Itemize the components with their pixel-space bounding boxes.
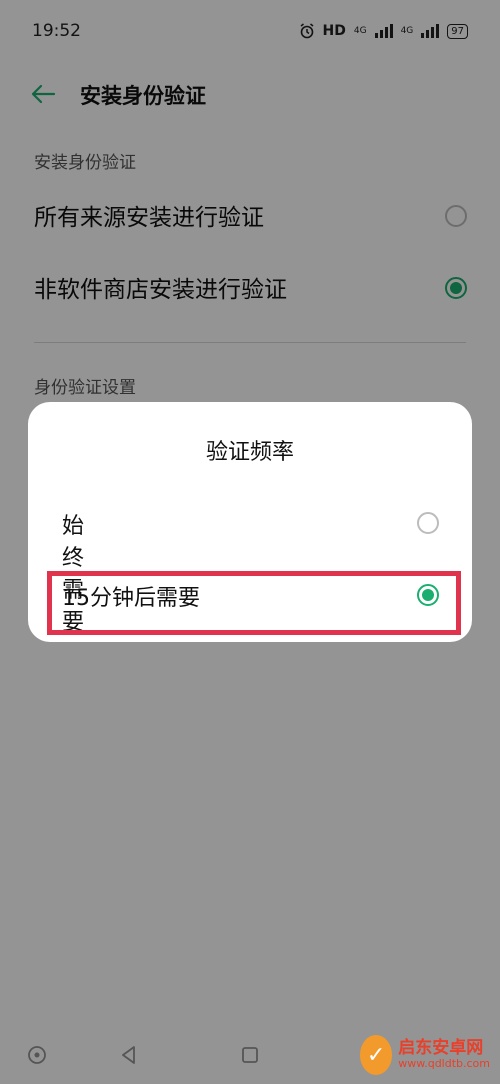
dialog-title: 验证频率 [205,440,294,465]
home-icon[interactable] [239,1044,261,1066]
watermark-url: www.qdldtb.com [398,1057,490,1071]
watermark: ✓ 启东安卓网 www.qdldtb.com [360,1030,490,1080]
watermark-name: 启东安卓网 [398,1038,484,1059]
assistant-icon[interactable] [26,1044,48,1066]
radio-unchecked[interactable] [417,512,439,534]
highlight-box [47,571,461,635]
watermark-logo-icon: ✓ [360,1035,393,1075]
back-icon[interactable] [118,1044,140,1066]
